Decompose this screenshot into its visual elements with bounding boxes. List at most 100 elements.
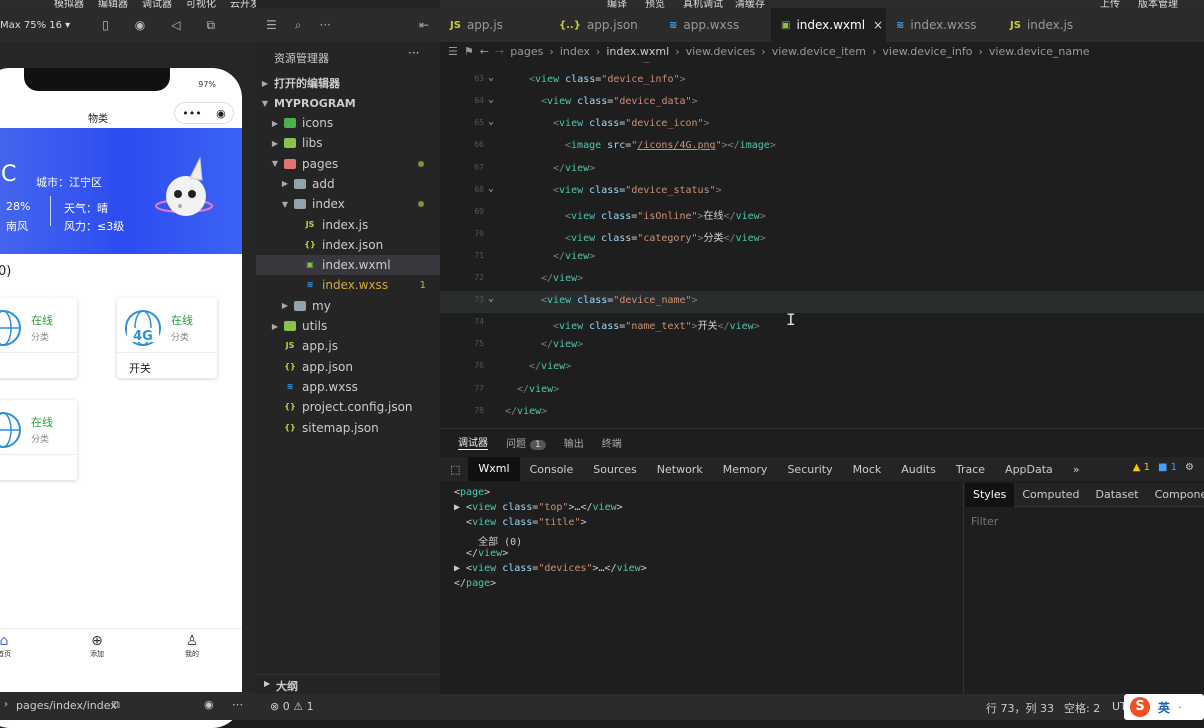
styles-tab[interactable]: Computed xyxy=(1014,488,1087,501)
device-card[interactable]: 在线 分类 关 xyxy=(0,298,77,378)
file-tree-item[interactable]: ≋ index.wxss 1 xyxy=(256,275,440,295)
menu-item[interactable]: 上传 xyxy=(1100,0,1120,8)
close-circle-icon[interactable]: ◉ xyxy=(216,107,226,120)
open-editors-section[interactable]: ▶ 打开的编辑器 xyxy=(256,73,440,93)
editor-tab[interactable]: JS index.js xyxy=(1000,8,1106,42)
eye-icon[interactable]: ◉ xyxy=(204,698,214,711)
breadcrumb-item[interactable]: view.device_name xyxy=(989,45,1090,58)
breadcrumb-item[interactable]: index xyxy=(560,45,590,58)
bookmark-icon[interactable]: ⚑ xyxy=(464,45,474,58)
device-card[interactable]: 在线 分类 关 xyxy=(0,400,77,480)
editor-tab[interactable]: JS app.js xyxy=(440,8,549,42)
tab-debugger[interactable]: 调试器 xyxy=(458,434,488,450)
tab-home[interactable]: ⌂ 首页 xyxy=(0,633,24,659)
tab-mine[interactable]: ♙ 我的 xyxy=(172,633,212,659)
page-path[interactable]: pages/index/index xyxy=(16,699,117,712)
code-line[interactable]: 76 </view> xyxy=(440,357,1204,379)
file-tree-item[interactable]: JS app.js xyxy=(256,336,440,356)
code-line[interactable]: 63 ⌄ <view class="device_info"> xyxy=(440,70,1204,92)
devtools-tab[interactable]: Wxml xyxy=(468,457,520,481)
editor-tab[interactable]: ≋ index.wxss xyxy=(886,8,1000,42)
code-line[interactable]: 72 </view> xyxy=(440,269,1204,291)
outline-section[interactable]: ▶ 大纲 xyxy=(256,674,440,694)
fold-chevron-icon[interactable]: ⌄ xyxy=(488,293,494,304)
back-icon[interactable]: ← xyxy=(480,45,489,58)
project-section[interactable]: ▼ MYPROGRAM xyxy=(256,93,440,113)
fold-chevron-icon[interactable]: ⌄ xyxy=(488,183,494,194)
devtools-tab[interactable]: Memory xyxy=(713,463,778,476)
devtools-tab[interactable]: Mock xyxy=(843,463,892,476)
code-line[interactable]: 69 <view class="isOnline">在线</view> xyxy=(440,203,1204,225)
fold-chevron-icon[interactable]: ⌄ xyxy=(488,72,494,83)
inspect-icon[interactable]: ⬚ xyxy=(440,463,468,476)
styles-tab[interactable]: Styles xyxy=(965,482,1015,507)
file-tree-item[interactable]: {} sitemap.json xyxy=(256,418,440,438)
wxml-node[interactable]: <page> xyxy=(454,487,490,498)
menu-item[interactable]: 可视化 xyxy=(186,0,216,8)
record-icon[interactable]: ◉ xyxy=(135,18,145,32)
devtools-tab[interactable]: Security xyxy=(777,463,842,476)
wxml-node[interactable]: ▶ <view class="devices">…</view> xyxy=(454,563,647,574)
file-tree-item[interactable]: ▶ add xyxy=(256,174,440,194)
filter-input[interactable] xyxy=(969,511,1199,531)
file-tree-item[interactable]: ▶ utils xyxy=(256,316,440,336)
search-icon[interactable]: ⌕ xyxy=(295,18,302,33)
code-line[interactable]: 78 </view> xyxy=(440,402,1204,424)
breadcrumb-item[interactable]: view.device_item xyxy=(772,45,866,58)
code-line[interactable]: 75 </view> xyxy=(440,335,1204,357)
devtools-tab[interactable]: Trace xyxy=(946,463,995,476)
device-card[interactable]: 4G 在线 分类 开关 xyxy=(117,298,217,378)
menu-item[interactable]: 编辑器 xyxy=(98,0,128,8)
list-icon[interactable]: ☰ xyxy=(448,45,458,58)
editor-tab[interactable]: ≋ app.wxss xyxy=(659,8,771,42)
menu-item[interactable]: 模拟器 xyxy=(54,0,84,8)
ime-toolbar[interactable]: S 英 · xyxy=(1124,694,1204,720)
code-editor[interactable]: 62 <view class="device_item"> 63 ⌄ <view cla… xyxy=(440,60,1204,424)
devtools-tab[interactable]: Sources xyxy=(583,463,647,476)
files-icon[interactable]: ☰ xyxy=(266,18,277,32)
file-tree-item[interactable]: ▶ icons xyxy=(256,113,440,133)
code-line[interactable]: 67 </view> xyxy=(440,159,1204,181)
breadcrumb-item[interactable]: view.device_info xyxy=(882,45,972,58)
wxml-node[interactable]: </page> xyxy=(454,578,496,589)
devtools-tab[interactable]: Audits xyxy=(891,463,946,476)
wxml-node[interactable]: 全部 (0) xyxy=(454,533,522,548)
breadcrumb-item[interactable]: index.wxml xyxy=(606,45,669,58)
file-tree-item[interactable]: ▼ pages xyxy=(256,154,440,174)
menu-item[interactable]: 真机调试 xyxy=(683,0,723,8)
file-tree-item[interactable]: ≋ app.wxss xyxy=(256,377,440,397)
fold-chevron-icon[interactable]: ⌄ xyxy=(488,94,494,105)
wxml-node[interactable]: <view class="title"> xyxy=(454,517,586,528)
menu-item[interactable]: 调试器 xyxy=(142,0,172,8)
code-line[interactable]: 74 <view class="name_text">开关</view> xyxy=(440,313,1204,335)
file-tree-item[interactable]: JS index.js xyxy=(256,215,440,235)
more-icon[interactable]: ··· xyxy=(320,18,331,32)
file-tree-item[interactable]: ▼ index xyxy=(256,194,440,214)
styles-tab[interactable]: Component xyxy=(1147,488,1204,501)
code-line[interactable]: 64 ⌄ <view class="device_data"> xyxy=(440,92,1204,114)
devtools-tab[interactable]: AppData xyxy=(995,463,1063,476)
styles-tab[interactable]: Dataset xyxy=(1088,488,1147,501)
editor-tab[interactable]: ▣ index.wxml × xyxy=(771,8,886,42)
file-tree-item[interactable]: {} app.json xyxy=(256,357,440,377)
code-line[interactable]: 73 ⌄ <view class="device_name"> xyxy=(440,291,1204,314)
settings-icon[interactable]: ⋯ xyxy=(232,698,243,711)
file-tree-item[interactable]: ▶ libs xyxy=(256,133,440,153)
sound-icon[interactable]: ◁ xyxy=(171,18,180,32)
devtools-tab[interactable]: Network xyxy=(647,463,713,476)
indent-setting[interactable]: 空格: 2 xyxy=(1064,700,1100,716)
copy-icon[interactable]: ⧉ xyxy=(112,698,120,712)
code-line[interactable]: 71 </view> xyxy=(440,247,1204,269)
editor-tab[interactable]: {..} app.json xyxy=(549,8,659,42)
tab-problems[interactable]: 问题 1 xyxy=(506,435,546,450)
gear-icon[interactable]: ⚙ xyxy=(1185,462,1194,473)
wxml-node[interactable]: ▶ <view class="top">…</view> xyxy=(454,502,623,513)
menu-item[interactable]: 版本管理 xyxy=(1138,0,1178,8)
close-tab-icon[interactable]: × xyxy=(873,18,883,32)
forward-icon[interactable]: → xyxy=(495,45,504,58)
explorer-more-icon[interactable]: ··· xyxy=(408,46,419,60)
warning-count[interactable]: ▲ 1 xyxy=(1133,462,1150,473)
breadcrumb-item[interactable]: pages xyxy=(510,45,543,58)
code-line[interactable]: 77 </view> xyxy=(440,380,1204,402)
breadcrumb-item[interactable]: view.devices xyxy=(686,45,756,58)
